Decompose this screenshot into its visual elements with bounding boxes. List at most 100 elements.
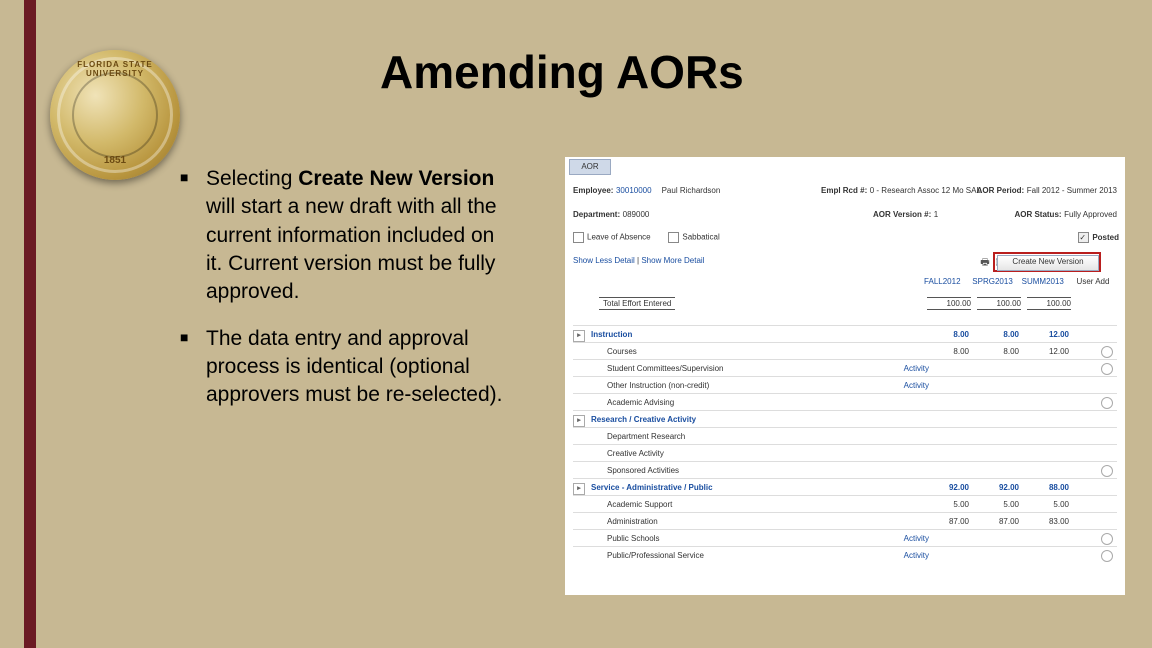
comment-icon[interactable] [1101,533,1113,545]
ver-label: AOR Version #: [873,210,931,219]
section-header: ▸ Research / Creative Activity [573,410,1117,428]
val-spring: 8.00 [975,326,1019,343]
employee-name: Paul Richardson [662,186,721,195]
employee-label: Employee: [573,186,613,195]
val-summer: 12.00 [1025,343,1069,360]
comment-icon[interactable] [1101,397,1113,409]
row-label: Research / Creative Activity [591,415,696,424]
val-fall: 8.00 [925,343,969,360]
section-row: Public Schools Activity [573,529,1117,547]
period-fall: FALL2012 [918,277,966,286]
section-row: Department Research [573,427,1117,445]
user-add-header: User Add [1069,277,1117,286]
total-fall: 100.00 [927,297,971,310]
row-label: Service - Administrative / Public [591,483,713,492]
leave-label: Leave of Absence [587,233,651,242]
period-summer: SUMM2013 [1019,277,1067,286]
dept-label: Department: [573,210,620,219]
row-label: Creative Activity [573,449,664,458]
total-effort-label: Total Effort Entered [599,297,675,310]
period-val: Fall 2012 - Summer 2013 [1027,186,1117,195]
ver-val: 1 [934,210,938,219]
posted-checkbox[interactable]: ✓ [1078,232,1089,243]
section-header: ▸ Service - Administrative / Public 92.00 9… [573,478,1117,496]
val-spring: 92.00 [975,479,1019,496]
aor-screenshot: AOR Employee: 30010000 Paul Richardson E… [565,157,1125,595]
val-spring: 5.00 [975,496,1019,513]
row-label: Academic Advising [573,398,674,407]
period-spring: SPRG2013 [969,277,1017,286]
empl-rcd-label: Empl Rcd #: [821,186,867,195]
row-label: Department Research [573,432,685,441]
activity-link[interactable]: Activity [889,530,929,547]
header-row-2: Department: 089000 AOR Version #: 1 AOR … [573,209,1117,219]
section-row: Student Committees/Supervision Activity [573,359,1117,377]
row-label: Administration [573,517,658,526]
employee-link[interactable]: 30010000 [616,186,652,195]
section-row: Public/Professional Service Activity [573,546,1117,564]
val-summer: 83.00 [1025,513,1069,530]
slide: FLORIDA STATE UNIVERSITY 1851 Amending A… [0,0,1152,648]
row-label: Academic Support [573,500,672,509]
section-row: Academic Support 5.00 5.00 5.00 [573,495,1117,513]
sabbatical-label: Sabbatical [682,233,719,242]
collapse-icon[interactable]: ▸ [573,330,585,342]
collapse-icon[interactable]: ▸ [573,415,585,427]
bullet-1-bold: Create New Version [298,167,494,190]
comment-icon[interactable] [1101,346,1113,358]
row-label: Sponsored Activities [573,466,679,475]
leave-checkbox[interactable] [573,232,584,243]
section-row: Creative Activity [573,444,1117,462]
bullet-1: Selecting Create New Version will start … [180,165,510,307]
section-row: Other Instruction (non-credit) Activity [573,376,1117,394]
comment-icon[interactable] [1101,363,1113,375]
empl-rcd-val: 0 - Research Assoc 12 Mo SAL [870,186,981,195]
row-label: Other Instruction (non-credit) [573,381,709,390]
total-summer: 100.00 [1027,297,1071,310]
show-more-link[interactable]: Show More Detail [641,256,704,265]
activity-link[interactable]: Activity [889,547,929,564]
seal-label-year: 1851 [50,155,180,166]
val-fall: 87.00 [925,513,969,530]
options-row: Leave of Absence Sabbatical [573,232,1117,243]
val-summer: 88.00 [1025,479,1069,496]
seal-label-top: FLORIDA STATE UNIVERSITY [50,60,180,78]
row-label: Courses [573,347,637,356]
val-fall: 8.00 [925,326,969,343]
header-row-1: Employee: 30010000 Paul Richardson Empl … [573,185,1117,195]
row-label: Public Schools [573,534,659,543]
show-less-link[interactable]: Show Less Detail [573,256,635,265]
create-new-version-highlight: Create New Version [993,252,1101,272]
activity-link[interactable]: Activity [889,360,929,377]
row-label: Instruction [591,330,632,339]
status-label: AOR Status: [1014,210,1061,219]
status-val: Fully Approved [1064,210,1117,219]
val-spring: 8.00 [975,343,1019,360]
section-row: Sponsored Activities [573,461,1117,479]
section-row: Academic Advising [573,393,1117,411]
accent-stripe [24,0,36,648]
val-fall: 92.00 [925,479,969,496]
posted-wrap: ✓Posted [1078,232,1119,243]
create-new-version-button[interactable]: Create New Version [997,255,1099,271]
bullet-2: The data entry and approval process is i… [180,325,510,410]
total-spring: 100.00 [977,297,1021,310]
row-label: Student Committees/Supervision [573,364,724,373]
val-summer: 5.00 [1025,496,1069,513]
sabbatical-checkbox[interactable] [668,232,679,243]
comment-icon[interactable] [1101,465,1113,477]
section-header: ▸Instruction8.008.0012.00 [573,325,1117,343]
section-row: Courses 8.00 8.00 12.00 [573,342,1117,360]
section-row: Administration87.0087.0083.00 [573,512,1117,530]
slide-title: Amending AORs [380,45,744,99]
period-headers: FALL2012 SPRG2013 SUMM2013 User Add [918,277,1117,286]
collapse-icon[interactable]: ▸ [573,483,585,495]
aor-tab[interactable]: AOR [569,159,611,175]
val-fall: 5.00 [925,496,969,513]
bullet-1-post: will start a new draft with all the curr… [206,195,497,303]
comment-icon[interactable] [1101,550,1113,562]
activity-link[interactable]: Activity [889,377,929,394]
total-effort-row: Total Effort Entered 100.00 100.00 100.0… [599,297,1119,315]
period-label: AOR Period: [977,186,1025,195]
row-label: Public/Professional Service [573,551,704,560]
